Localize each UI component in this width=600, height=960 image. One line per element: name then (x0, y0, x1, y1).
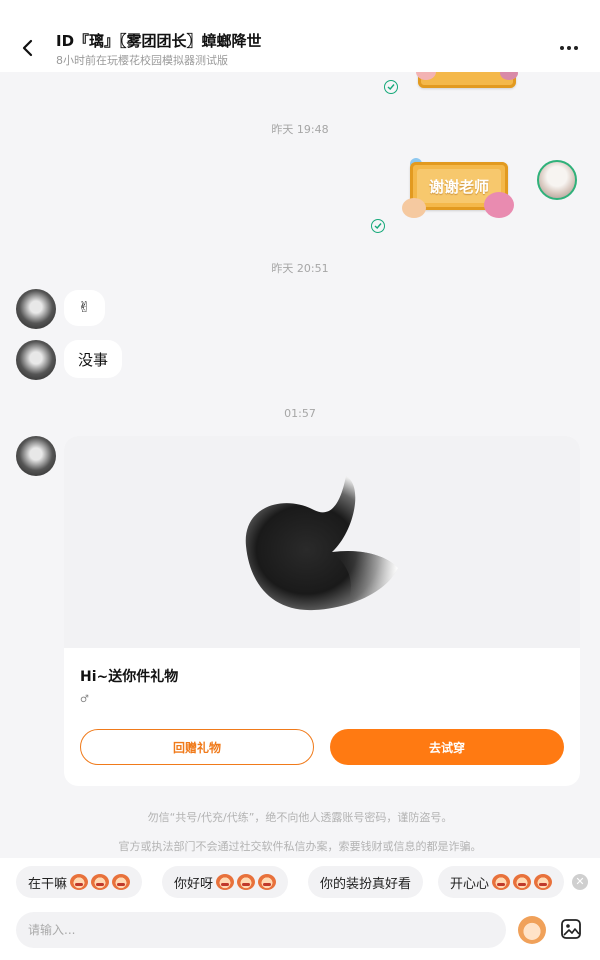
image-picker-icon[interactable] (558, 916, 584, 942)
emoji-icon (492, 874, 511, 890)
gift-card[interactable]: Hi~送你件礼物 ♂ 回赠礼物 去试穿 (64, 436, 580, 786)
quick-reply-label: 开心心 (450, 876, 490, 892)
try-on-button[interactable]: 去试穿 (330, 729, 564, 765)
return-gift-button[interactable]: 回赠礼物 (80, 729, 314, 765)
quick-reply-chip[interactable]: 你好呀 (162, 866, 289, 898)
sticker-message[interactable]: 谢谢老师 (402, 156, 520, 220)
read-check-icon (384, 80, 398, 94)
quick-reply-chip[interactable]: 你的装扮真好看 (308, 866, 424, 898)
gift-image (64, 436, 580, 648)
gift-title: Hi~送你件礼物 (80, 669, 179, 685)
emoji-icon (216, 874, 235, 890)
contact-avatar[interactable] (16, 340, 56, 380)
my-avatar[interactable] (537, 160, 577, 200)
message-input[interactable] (16, 912, 506, 948)
gift-note: ♂ (80, 694, 89, 705)
timestamp: 昨天 20:51 (271, 262, 329, 275)
emoji-icon (513, 874, 532, 890)
read-check-icon (371, 219, 385, 233)
quick-reply-chip[interactable]: 开心心 (438, 866, 565, 898)
close-quick-replies-icon[interactable]: ✕ (572, 874, 588, 890)
input-area: 在干嘛 你好呀 你的装扮真好看 开心心 ✕ (0, 858, 600, 960)
quick-reply-label: 在干嘛 (28, 876, 68, 892)
emoji-icon (70, 874, 89, 890)
safety-notice: 官方或执法部门不会通过社交软件私信办案，索要钱财或信息的都是诈骗。 (118, 840, 482, 853)
contact-avatar[interactable] (16, 436, 56, 476)
emoji-icon (237, 874, 256, 890)
quick-reply-label: 你好呀 (174, 876, 214, 892)
timestamp: 01:57 (284, 407, 316, 420)
message-bubble: ✌ (64, 290, 105, 326)
timestamp: 昨天 19:48 (271, 123, 329, 136)
emoji-icon (534, 874, 553, 890)
back-icon[interactable] (14, 34, 42, 62)
more-options-icon[interactable] (556, 36, 582, 60)
quick-reply-chip[interactable]: 在干嘛 (16, 866, 143, 898)
emoji-icon (112, 874, 131, 890)
message-bubble: 没事 (64, 340, 123, 378)
quick-reply-label: 你的装扮真好看 (320, 876, 412, 892)
contact-avatar[interactable] (16, 289, 56, 329)
chat-header: ID『璃』〖雾团团长〗蟑螂降世 8小时前在玩樱花校园模拟器测试版 (0, 0, 600, 72)
chat-title: ID『璃』〖雾团团长〗蟑螂降世 (56, 32, 262, 50)
chat-status: 8小时前在玩樱花校园模拟器测试版 (56, 54, 228, 67)
emoji-icon (91, 874, 110, 890)
emoji-picker-icon[interactable] (518, 916, 546, 944)
emoji-icon (258, 874, 277, 890)
safety-notice: 勿信“共号/代充/代练”，绝不向他人透露账号密码，谨防盗号。 (147, 811, 453, 824)
